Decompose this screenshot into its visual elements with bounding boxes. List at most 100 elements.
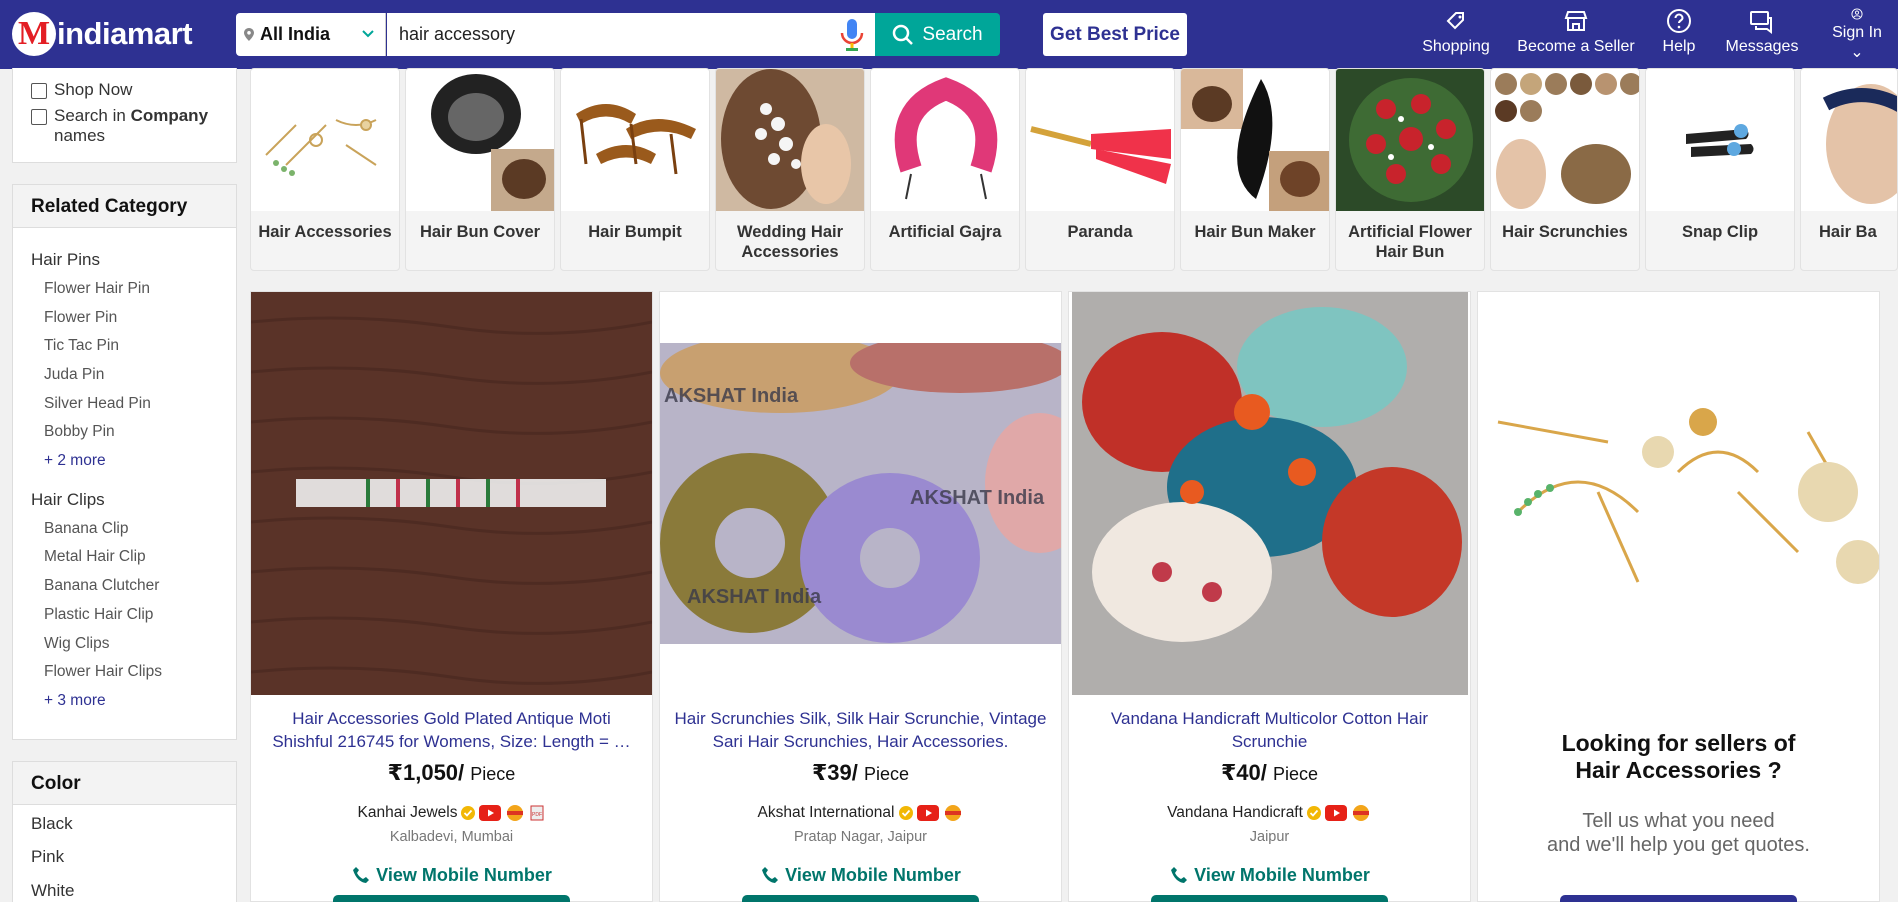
subcategory-link[interactable]: Banana Clutcher — [44, 577, 159, 595]
chevron-down-icon — [362, 30, 374, 38]
product-card[interactable]: Vandana Handicraft Multicolor Cotton Hai… — [1068, 291, 1471, 902]
view-mobile-number-button[interactable]: View Mobile Number — [660, 864, 1061, 886]
location-select[interactable]: All India — [236, 13, 386, 56]
product-title[interactable]: Vandana Handicraft Multicolor Cotton Hai… — [1079, 707, 1460, 753]
view-mobile-number-button[interactable]: View Mobile Number — [1069, 864, 1470, 886]
subcategory-link[interactable]: Juda Pin — [44, 366, 104, 384]
seller-location: Jaipur — [1249, 829, 1290, 845]
checkbox[interactable] — [31, 109, 47, 125]
company-names-filter[interactable]: Search in Company names — [31, 106, 208, 146]
category-image — [1646, 69, 1794, 211]
contact-supplier-button[interactable] — [333, 895, 570, 902]
trust-seal-icon — [507, 805, 524, 821]
youtube-icon — [479, 805, 502, 821]
checkbox[interactable] — [31, 83, 47, 99]
nav-sign-in[interactable]: Sign In ⌄ — [1824, 8, 1890, 62]
subcategory-link[interactable]: Silver Head Pin — [44, 395, 151, 413]
subcategory-link[interactable]: Flower Hair Pin — [44, 280, 150, 298]
category-card[interactable]: Hair Bun Cover — [405, 68, 555, 271]
more-link[interactable]: + 2 more — [44, 452, 106, 470]
category-card[interactable]: Artificial Gajra — [870, 68, 1020, 271]
category-card[interactable]: Hair Ba — [1800, 68, 1898, 271]
messages-icon — [1750, 11, 1772, 34]
verified-icon — [1306, 806, 1321, 820]
category-card[interactable]: Paranda — [1025, 68, 1175, 271]
indiamart-logo[interactable]: M indiamart — [12, 8, 193, 60]
category-card[interactable]: Snap Clip — [1645, 68, 1795, 271]
svg-text:PDF: PDF — [532, 812, 542, 818]
pdf-icon: PDF — [530, 805, 544, 821]
subcategory-link[interactable]: Wig Clips — [44, 635, 109, 653]
tag-icon — [1446, 12, 1464, 30]
category-image — [561, 69, 709, 211]
category-image — [1491, 69, 1639, 211]
seller-name[interactable]: Vandana Handicraft — [1069, 804, 1470, 822]
shop-now-filter[interactable]: Shop Now — [31, 80, 132, 100]
subcategory-link[interactable]: Flower Hair Clips — [44, 663, 162, 681]
category-card[interactable]: Hair Bumpit — [560, 68, 710, 271]
product-card[interactable]: Hair Accessories Gold Plated Antique Mot… — [250, 291, 653, 902]
subcategory-link[interactable]: Banana Clip — [44, 520, 128, 538]
product-card[interactable]: AKSHAT India AKSHAT India AKSHAT India H… — [659, 291, 1095, 902]
search-input[interactable] — [387, 13, 875, 56]
phone-icon — [762, 867, 779, 883]
youtube-icon — [1324, 805, 1347, 821]
category-card[interactable]: Hair Bun Maker — [1180, 68, 1330, 271]
subcategory-link[interactable]: Flower Pin — [44, 309, 117, 327]
help-icon — [1667, 9, 1691, 33]
category-image — [1181, 69, 1329, 211]
seller-name[interactable]: Kanhai Jewels PDF — [251, 804, 652, 822]
search-filters: Shop Now Search in Company names — [12, 68, 237, 163]
category-card[interactable]: Hair Scrunchies — [1490, 68, 1640, 271]
product-price: ₹40/ Piece — [1220, 760, 1319, 785]
logo-mark: M — [12, 12, 56, 56]
color-option[interactable]: Black — [31, 814, 73, 834]
view-mobile-number-button[interactable]: View Mobile Number — [251, 864, 652, 886]
store-icon — [1564, 11, 1588, 31]
subcategory-link[interactable]: Tic Tac Pin — [44, 337, 119, 355]
category-image — [716, 69, 864, 211]
category-hair-pins[interactable]: Hair Pins — [31, 250, 100, 270]
get-best-price-button[interactable]: Get Best Price — [1043, 13, 1187, 56]
watermark: AKSHAT India — [664, 385, 799, 407]
category-card[interactable]: Wedding Hair Accessories — [715, 68, 865, 271]
color-filter-panel: Color Black Pink White — [12, 761, 237, 902]
watermark: AKSHAT India — [910, 487, 1045, 509]
phone-icon — [1171, 867, 1188, 883]
product-image[interactable] — [1072, 292, 1468, 695]
color-heading: Color — [13, 762, 236, 805]
category-card[interactable]: Artificial Flower Hair Bun — [1335, 68, 1485, 271]
product-image[interactable] — [250, 292, 653, 695]
product-title[interactable]: Hair Accessories Gold Plated Antique Mot… — [261, 707, 642, 753]
post-requirement-button[interactable] — [1560, 895, 1797, 902]
color-option[interactable]: Pink — [31, 847, 64, 867]
nav-become-seller[interactable]: Become a Seller — [1516, 8, 1636, 62]
product-title[interactable]: Hair Scrunchies Silk, Silk Hair Scrunchi… — [670, 707, 1051, 753]
contact-supplier-button[interactable] — [742, 895, 979, 902]
seller-name[interactable]: Akshat International — [660, 804, 1061, 822]
category-image — [871, 69, 1019, 211]
watermark: AKSHAT India — [687, 586, 822, 608]
nav-messages[interactable]: Messages — [1724, 8, 1800, 62]
product-price: ₹1,050/ Piece — [387, 760, 516, 785]
search-button[interactable]: Search — [875, 13, 1000, 56]
product-image[interactable]: AKSHAT India AKSHAT India AKSHAT India — [660, 333, 1095, 644]
nav-help[interactable]: Help — [1661, 8, 1697, 62]
more-link[interactable]: + 3 more — [44, 692, 106, 710]
subcategory-link[interactable]: Metal Hair Clip — [44, 548, 146, 566]
contact-supplier-button[interactable] — [1151, 895, 1388, 902]
subcategory-link[interactable]: Plastic Hair Clip — [44, 606, 153, 624]
category-card[interactable]: Hair Accessories — [250, 68, 400, 271]
top-header: M indiamart All India Search Get Best Pr… — [0, 0, 1898, 69]
trust-seal-icon — [944, 805, 961, 821]
category-hair-clips[interactable]: Hair Clips — [31, 490, 105, 510]
category-image — [406, 69, 554, 211]
color-option[interactable]: White — [31, 881, 74, 901]
category-image — [1026, 69, 1174, 211]
lead-form-card: Looking for sellers of Hair Accessories ?… — [1477, 291, 1880, 902]
category-image — [1801, 69, 1897, 211]
microphone-icon[interactable] — [838, 18, 866, 52]
verified-icon — [461, 806, 476, 820]
subcategory-link[interactable]: Bobby Pin — [44, 423, 115, 441]
nav-shopping[interactable]: Shopping — [1422, 8, 1490, 62]
